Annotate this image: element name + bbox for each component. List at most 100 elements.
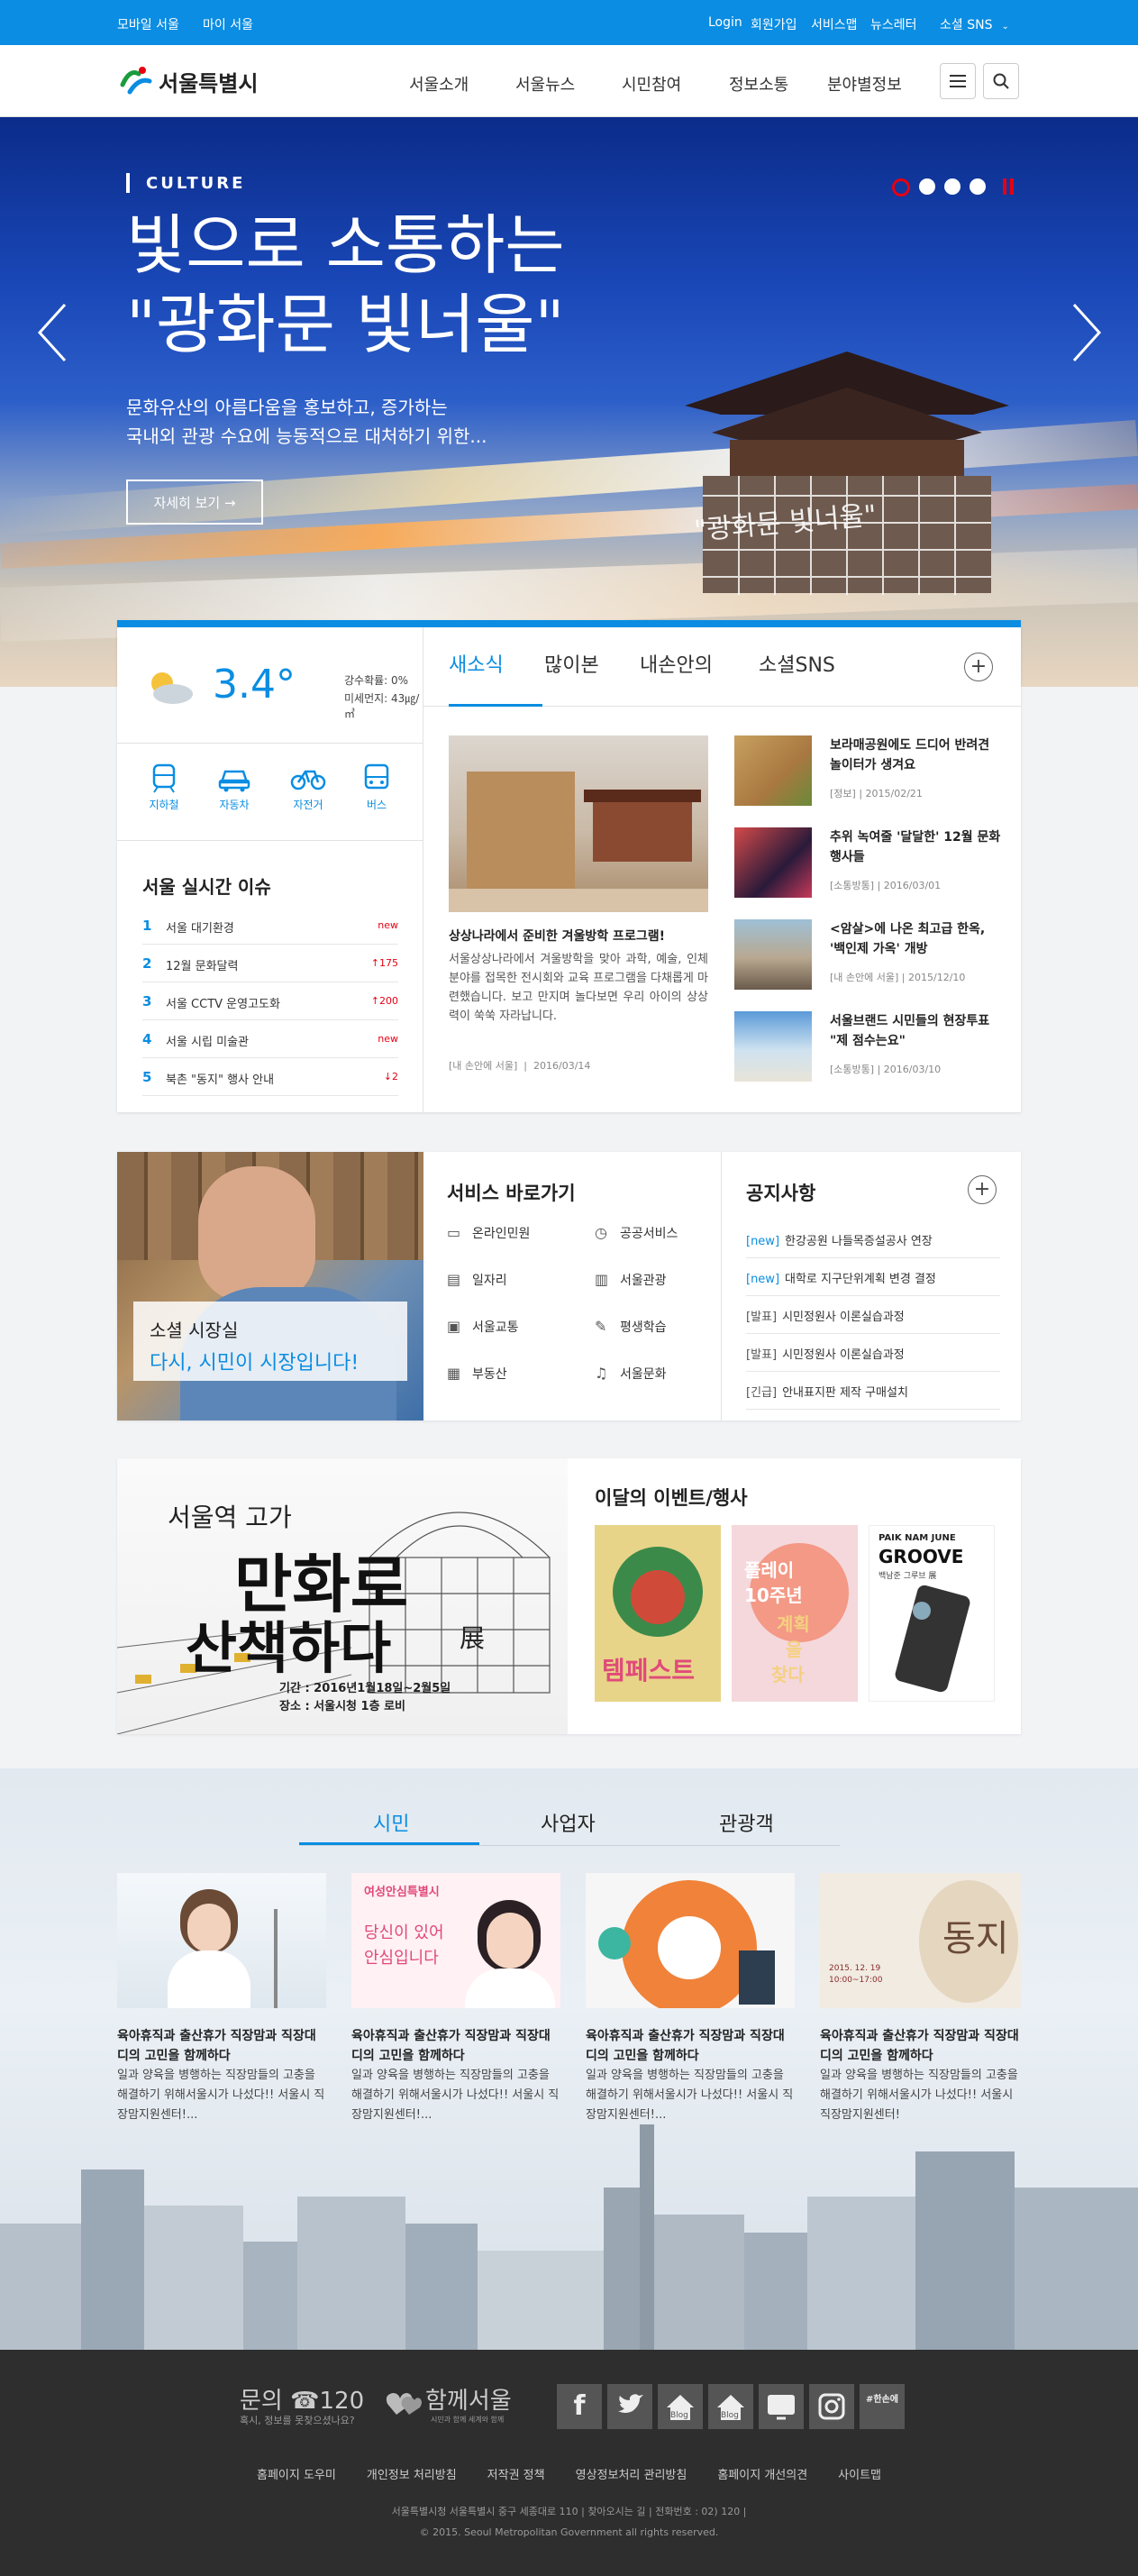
seoul-tv-link[interactable] [759,2384,804,2429]
card-image-child[interactable] [117,1873,326,2008]
audience-card[interactable]: 육아휴직과 출산휴가 직장맘과 직장대디의 고민을 함께하다 일과 양육을 병행하… [586,2026,795,2125]
service-link[interactable]: ✎ 평생학습 [595,1318,730,1345]
monitor-icon: ▭ [447,1224,461,1241]
event-poster-tempest[interactable]: 템페스트 [595,1525,721,1702]
contact-label: 문의 [240,2388,283,2415]
nav-field-info[interactable]: 분야별정보 [827,72,902,96]
transport-label: 지하철 [149,799,179,811]
service-link[interactable]: ▣ 서울교통 [447,1318,582,1345]
issue-item[interactable]: 5 북촌 "동지" 행사 안내 ↓2 [142,1058,398,1096]
side-news-item[interactable]: <암살>에 나온 최고급 한옥, '백인제 가옥' 개방 [내 손안에 서울] |… [734,919,1005,1011]
transport-bicycle[interactable]: 자전거 [281,763,335,812]
audience-tab-business[interactable]: 사업자 [541,1808,596,1837]
footer-link[interactable]: 사이트맵 [838,2465,881,2482]
transport-bus[interactable]: 버스 [350,763,404,812]
audience-card[interactable]: 육아휴직과 출산휴가 직장맘과 직장대디의 고민을 함께하다 일과 양육을 병행하… [351,2026,560,2125]
service-link[interactable]: ▦ 부동산 [447,1365,582,1392]
login-link[interactable]: Login [708,15,742,30]
join-link[interactable]: 회원가입 [751,15,797,33]
search-button[interactable] [983,63,1019,99]
tab-social-sns[interactable]: 소셜SNS [759,649,835,678]
service-grid: ▭ 온라인민원 ◷ 공공서비스 ▤ 일자리 ▥ 서울관광 ▣ 서울교통 ✎ 평생학습 ▦ 부동산 ♫ 서울문화 [447,1224,717,1413]
service-link[interactable]: ◷ 공공서비스 [595,1224,730,1251]
newsletter-link[interactable]: 뉴스레터 [870,15,917,33]
hero-next-arrow[interactable] [1069,301,1105,364]
footer-link[interactable]: 홈페이지 개선의견 [717,2465,807,2482]
pause-button[interactable] [1000,178,1016,195]
slider-dot[interactable] [919,178,935,195]
side-news-item[interactable]: 추위 녹여줄 '달달한' 12월 문화행사들 [소통방통] | 2016/03/0… [734,827,1005,919]
social-sns-dropdown[interactable]: 소셜 SNS ⌄ [940,15,1009,33]
facebook-icon[interactable]: f [557,2384,602,2429]
issues-title: 서울 실시간 이슈 [142,876,271,898]
footer-links: 홈페이지 도우미 개인정보 처리방침 저작권 정책 영상정보처리 관리방침 홈페이지 개… [0,2465,1138,2482]
audience-card[interactable]: 육아휴직과 출산휴가 직장맘과 직장대디의 고민을 함께하다 일과 양육을 병행하… [117,2026,326,2125]
nav-citizen-participation[interactable]: 시민참여 [622,72,681,96]
footer-link[interactable]: 영상정보처리 관리방침 [576,2465,687,2482]
slider-dot[interactable] [944,178,960,195]
nav-information[interactable]: 정보소통 [729,72,788,96]
notice-item[interactable]: [발표] 시민정원사 이론실습과정 [746,1334,1000,1372]
transport-car[interactable]: 자동차 [207,763,261,812]
slider-dot-active[interactable] [892,178,910,196]
issue-item[interactable]: 1 서울 대기환경 new [142,907,398,945]
footer-link[interactable]: 홈페이지 도우미 [257,2465,336,2482]
issue-item[interactable]: 4 서울 시립 미술관 new [142,1020,398,1058]
footer-link[interactable]: 저작권 정책 [487,2465,545,2482]
blog-link-1[interactable]: Blog [658,2384,703,2429]
my-seoul-link[interactable]: 마이 서울 [203,15,253,33]
card-image-dongji[interactable]: 동지 2015. 12. 19 10:00~17:00 [820,1873,1021,2008]
audience-tab-tourist[interactable]: 관광객 [719,1808,774,1837]
instagram-link[interactable] [809,2384,854,2429]
mobile-seoul-link[interactable]: 모바일 서울 [117,15,179,33]
service-link[interactable]: ▭ 온라인민원 [447,1224,582,1251]
tab-in-my-hand[interactable]: 내손안의 [640,649,713,678]
poster-text: PAIK NAM JUNE [879,1533,956,1543]
notice-item[interactable]: [new] 한강공원 나들목증설공사 연장 [746,1220,1000,1258]
news-panel: 새소식 많이본 내손안의 소셜SNS + 상상나라에서 준비한 겨울방학 프로그… [423,627,1021,1112]
card-image-safe-city[interactable]: 여성안심특별시 당신이 있어 안심입니다 [351,1873,560,2008]
notice-item[interactable]: [new] 대학로 지구단위계획 변경 결정 [746,1258,1000,1296]
contact-number[interactable]: ☎120 [290,2388,364,2415]
issue-item[interactable]: 3 서울 CCTV 운영고도화 ↑200 [142,982,398,1020]
poster-text: 을 [786,1639,803,1660]
service-link[interactable]: ▤ 일자리 [447,1271,582,1298]
side-news-item[interactable]: 서울브랜드 시민들의 현장투표 "제 점수는요" [소통방통] | 2016/03… [734,1011,1005,1103]
news-main-title[interactable]: 상상나라에서 준비한 겨울방학 프로그램! [449,927,708,945]
tab-new-news[interactable]: 새소식 [449,649,504,678]
together-seoul-logo[interactable]: 함께서울 [425,2382,512,2416]
footer-link[interactable]: 개인정보 처리방침 [367,2465,457,2482]
more-news-plus-icon[interactable]: + [964,653,993,681]
nav-about-seoul[interactable]: 서울소개 [409,72,469,96]
transport-label: 버스 [366,799,387,811]
hashtag-link[interactable]: #한손에 [860,2384,905,2429]
notice-title: 공지사항 [746,1183,816,1204]
nav-seoul-news[interactable]: 서울뉴스 [515,72,575,96]
menu-button[interactable] [940,63,976,99]
service-map-link[interactable]: 서비스맵 [811,15,858,33]
side-news-item[interactable]: 보라매공원에도 드디어 반려견 놀이터가 생겨요 [정보] | 2015/02/2… [734,735,1005,827]
hero-more-button[interactable]: 자세히 보기 → [126,480,263,525]
card-image-infographic[interactable] [586,1873,795,2008]
event-poster-play[interactable]: 플레이 10주년 계획 을 찾다 [732,1525,858,1702]
more-notice-plus-icon[interactable]: + [968,1175,997,1204]
twitter-link[interactable] [607,2384,652,2429]
notice-item[interactable]: [발표] 시민정원사 이론실습과정 [746,1296,1000,1334]
service-link[interactable]: ▥ 서울관광 [595,1271,730,1298]
news-main-image[interactable] [449,735,708,912]
seoul-station-banner[interactable]: 서울역 고가 만화로 산책하다 展 기간 : 2016년1월18일~2월5일 장… [117,1458,568,1734]
transport-subway[interactable]: 지하철 [137,763,191,812]
hero-prev-arrow[interactable] [34,301,70,364]
slider-dot[interactable] [970,178,986,195]
service-link[interactable]: ♫ 서울문화 [595,1365,730,1392]
audience-card[interactable]: 육아휴직과 출산휴가 직장맘과 직장대디의 고민을 함께하다 일과 양육을 병행하… [820,2026,1021,2125]
tab-most-viewed[interactable]: 많이본 [544,649,599,678]
service-label: 부동산 [472,1367,507,1382]
seoul-logo[interactable]: 서울특별시 [117,65,258,97]
fine-dust: 미세먼지: 43㎍/㎥ [344,692,420,720]
event-poster-groove[interactable]: PAIK NAM JUNE GROOVE 백남준 그루브 展 [869,1525,995,1702]
issue-item[interactable]: 2 12월 문화달력 ↑175 [142,945,398,982]
notice-item[interactable]: [긴급] 안내표지판 제작 구매설치 [746,1372,1000,1410]
blog-link-2[interactable]: Blog [708,2384,753,2429]
audience-card-title: 육아휴직과 출산휴가 직장맘과 직장대디의 고민을 함께하다 [117,2029,316,2063]
